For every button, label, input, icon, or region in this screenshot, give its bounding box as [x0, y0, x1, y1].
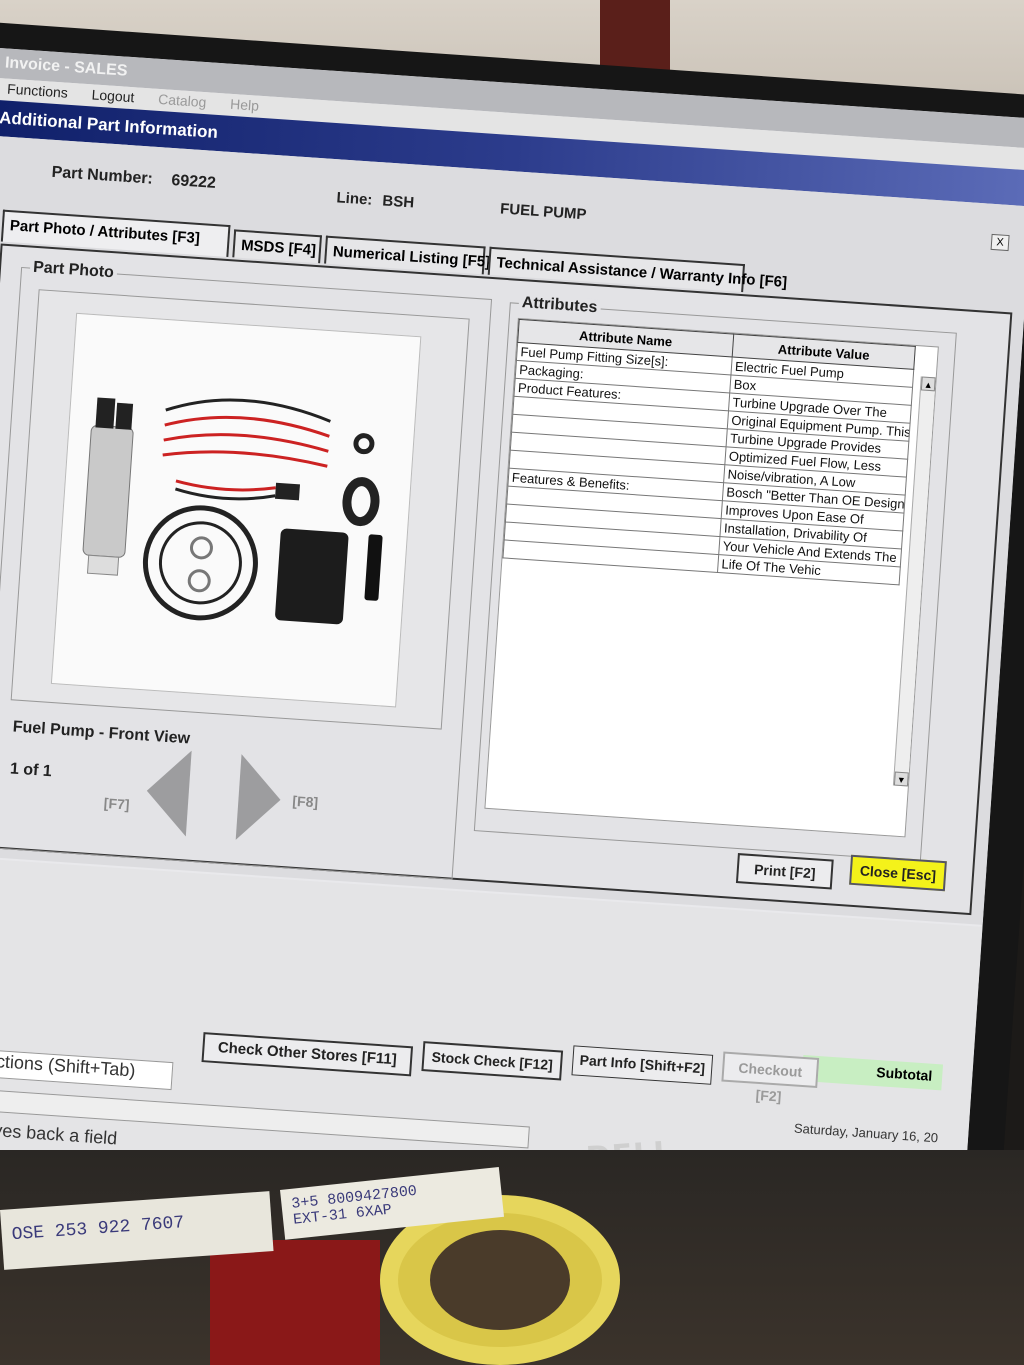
battery-package [210, 1240, 380, 1365]
menu-help[interactable]: Help [220, 93, 270, 116]
tab-msds[interactable]: MSDS [F4] [232, 229, 323, 264]
scroll-up-icon[interactable]: ▲ [920, 376, 936, 392]
attributes-table: Attribute Name Attribute Value Fuel Pump… [502, 319, 916, 586]
part-photo-group-title: Part Photo [29, 258, 118, 283]
tape-core [430, 1230, 570, 1330]
scroll-down-icon[interactable]: ▼ [893, 771, 909, 787]
photo-frame [10, 289, 470, 730]
menu-logout[interactable]: Logout [81, 84, 145, 108]
close-button[interactable]: Close [Esc] [849, 854, 947, 892]
tab-panel: Part Photo Fuel Pump - Front View 1 of 1… [0, 243, 1013, 916]
line-value: BSH [381, 192, 415, 212]
part-photo-group: Part Photo Fuel Pump - Front View 1 of 1… [0, 258, 493, 880]
next-arrow-icon[interactable] [230, 754, 286, 843]
part-photo-image [50, 312, 422, 708]
close-icon[interactable]: X [990, 233, 1010, 252]
menu-catalog[interactable]: Catalog [148, 88, 217, 113]
attributes-table-body: Fuel Pump Fitting Size[s]: Electric Fuel … [502, 342, 914, 585]
fuel-pump-kit-illustration [82, 397, 383, 625]
attributes-group: Attributes Attribute Name Attribute Valu… [473, 293, 957, 862]
print-button[interactable]: Print [F2] [735, 853, 834, 890]
checkout-button[interactable]: Checkout [F2] [721, 1051, 820, 1105]
line-label: Line: [336, 189, 373, 209]
attributes-group-title: Attributes [518, 293, 601, 318]
attributes-table-frame: Attribute Name Attribute Value Fuel Pump… [484, 317, 939, 838]
prev-key-label: [F7] [103, 794, 131, 813]
part-number-value: 69222 [170, 171, 217, 192]
prev-arrow-icon[interactable] [144, 748, 200, 837]
photo-counter: 1 of 1 [9, 760, 53, 781]
next-key-label: [F8] [291, 792, 319, 811]
menu-functions[interactable]: Functions [0, 78, 78, 103]
photo-caption: Fuel Pump - Front View [12, 718, 191, 748]
screen: Invoice - SALES Functions Logout Catalog… [0, 48, 1024, 1227]
